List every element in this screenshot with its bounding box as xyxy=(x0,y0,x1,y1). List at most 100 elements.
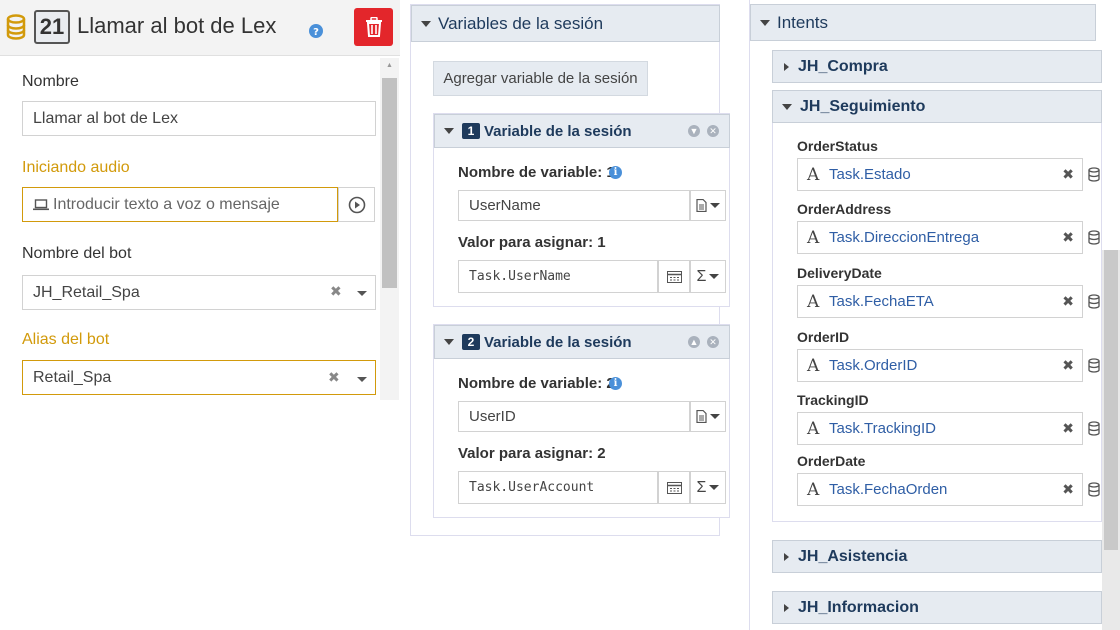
session-variables-header[interactable]: Variables de la sesión xyxy=(411,5,720,42)
database-icon[interactable] xyxy=(1088,358,1100,373)
slot-value: Task.DireccionEntrega xyxy=(829,229,980,246)
chevron-right-icon xyxy=(784,552,789,561)
slot-value: Task.TrackingID xyxy=(829,420,936,437)
chevron-down-icon[interactable] xyxy=(357,377,367,382)
move-up-icon[interactable]: ▲ xyxy=(688,336,700,348)
clear-icon[interactable]: ✖ xyxy=(1062,293,1074,310)
chevron-down-icon xyxy=(710,414,720,419)
clear-icon[interactable]: ✖ xyxy=(1062,166,1074,183)
expression-dropdown[interactable]: Σ xyxy=(690,260,726,293)
variable-picker-button[interactable] xyxy=(658,260,690,293)
sigma-icon: Σ xyxy=(696,478,707,496)
expression-dropdown[interactable]: Σ xyxy=(690,471,726,504)
variable-name-input[interactable]: UserName xyxy=(458,190,690,221)
slot-label: OrderAddress xyxy=(797,201,892,217)
intent-header-compra[interactable]: JH_Compra xyxy=(772,50,1102,83)
variable-picker-button[interactable] xyxy=(658,471,690,504)
clear-icon[interactable]: ✖ xyxy=(1062,357,1074,374)
info-icon[interactable]: i xyxy=(609,377,622,390)
add-session-variable-button[interactable]: Agregar variable de la sesión xyxy=(433,61,648,96)
clear-icon[interactable]: ✖ xyxy=(328,369,340,386)
document-icon xyxy=(696,199,707,212)
bot-alias-value: Retail_Spa xyxy=(33,368,112,386)
variable-name-value: UserID xyxy=(469,408,516,425)
step-number-badge: 21 xyxy=(34,10,70,44)
info-icon[interactable]: i xyxy=(609,166,622,179)
step-title: Llamar al bot de Lex xyxy=(77,13,277,38)
audio-input[interactable]: Introducir texto a voz o mensaje xyxy=(22,187,338,222)
step-header: 21 Llamar al bot de Lex ? xyxy=(0,0,400,56)
clear-icon[interactable]: ✖ xyxy=(1062,420,1074,437)
variable-type-dropdown[interactable] xyxy=(690,190,726,221)
slot-value-input[interactable]: A Task.TrackingID ✖ xyxy=(797,412,1083,445)
assign-value-input[interactable]: Task.UserName xyxy=(458,260,658,293)
database-icon[interactable] xyxy=(1088,482,1100,497)
chevron-down-icon xyxy=(444,128,454,134)
database-icon[interactable] xyxy=(1088,167,1100,182)
intent-name: JH_Asistencia xyxy=(798,547,908,565)
slot-value: Task.OrderID xyxy=(829,357,918,374)
name-input[interactable]: Llamar al bot de Lex xyxy=(22,101,376,136)
assign-value-label: Valor para asignar: 2 xyxy=(458,445,606,462)
slot-value-input[interactable]: A Task.FechaOrden ✖ xyxy=(797,473,1083,506)
section-title: Intents xyxy=(777,12,829,32)
variable-name-label: Nombre de variable: 1 xyxy=(458,164,615,181)
scroll-thumb[interactable] xyxy=(382,78,397,288)
assign-value-value: Task.UserName xyxy=(469,269,571,284)
document-icon xyxy=(696,410,707,423)
move-down-icon[interactable]: ▼ xyxy=(688,125,700,137)
session-variables-panel: Variables de la sesión Agregar variable … xyxy=(410,4,730,536)
database-icon xyxy=(6,14,26,40)
variable-type-dropdown[interactable] xyxy=(690,401,726,432)
intents-panel: Intents JH_Compra JH_Seguimiento OrderSt… xyxy=(749,0,1120,630)
variable-name-input[interactable]: UserID xyxy=(458,401,690,432)
help-icon[interactable]: ? xyxy=(309,24,323,38)
scrollbar[interactable]: ▲ xyxy=(380,58,399,400)
database-icon[interactable] xyxy=(1088,421,1100,436)
intent-header-informacion[interactable]: JH_Informacion xyxy=(772,591,1102,624)
remove-icon[interactable]: ✕ xyxy=(707,125,719,137)
variable-name-label: Nombre de variable: 2 xyxy=(458,375,615,392)
bot-name-select[interactable]: JH_Retail_Spa xyxy=(22,275,376,310)
clear-icon[interactable]: ✖ xyxy=(1062,229,1074,246)
intents-header[interactable]: Intents xyxy=(750,4,1096,41)
delete-step-button[interactable] xyxy=(354,8,393,46)
session-variable-card: 1 Variable de la sesión ▼ ✕ Nombre de va… xyxy=(433,113,730,307)
trash-icon xyxy=(365,17,383,37)
bot-name-label: Nombre del bot xyxy=(22,245,132,262)
scroll-up-arrow[interactable]: ▲ xyxy=(380,62,399,74)
remove-icon[interactable]: ✕ xyxy=(707,336,719,348)
database-icon[interactable] xyxy=(1088,230,1100,245)
audio-placeholder: Introducir texto a voz o mensaje xyxy=(53,195,280,213)
scrollbar[interactable] xyxy=(1102,250,1120,630)
text-type-icon: A xyxy=(807,164,820,185)
database-icon[interactable] xyxy=(1088,294,1100,309)
assign-value-input[interactable]: Task.UserAccount xyxy=(458,471,658,504)
sigma-icon: Σ xyxy=(696,267,707,285)
calculator-icon xyxy=(666,481,682,494)
intent-header-seguimiento[interactable]: JH_Seguimiento xyxy=(772,90,1102,123)
text-type-icon: A xyxy=(807,418,820,439)
slot-value-input[interactable]: A Task.OrderID ✖ xyxy=(797,349,1083,382)
variable-title: Variable de la sesión xyxy=(484,333,632,351)
variable-title: Variable de la sesión xyxy=(484,122,632,140)
chevron-down-icon[interactable] xyxy=(357,291,367,296)
play-audio-button[interactable] xyxy=(338,187,375,222)
intent-name: JH_Seguimiento xyxy=(800,97,926,115)
scroll-thumb[interactable] xyxy=(1104,250,1118,550)
intent-header-asistencia[interactable]: JH_Asistencia xyxy=(772,540,1102,573)
session-variable-header[interactable]: 1 Variable de la sesión ▼ ✕ xyxy=(434,114,730,148)
slot-value-input[interactable]: A Task.Estado ✖ xyxy=(797,158,1083,191)
slot-value-input[interactable]: A Task.FechaETA ✖ xyxy=(797,285,1083,318)
intent-name: JH_Informacion xyxy=(798,598,919,616)
session-variable-header[interactable]: 2 Variable de la sesión ▲ ✕ xyxy=(434,325,730,359)
chevron-down-icon xyxy=(782,103,792,110)
assign-value-label: Valor para asignar: 1 xyxy=(458,234,606,251)
chevron-down-icon xyxy=(421,20,431,27)
laptop-icon xyxy=(33,198,49,211)
clear-icon[interactable]: ✖ xyxy=(1062,481,1074,498)
chevron-right-icon xyxy=(784,62,789,71)
bot-alias-select[interactable]: Retail_Spa xyxy=(22,360,376,395)
clear-icon[interactable]: ✖ xyxy=(330,283,342,300)
slot-value-input[interactable]: A Task.DireccionEntrega ✖ xyxy=(797,221,1083,254)
